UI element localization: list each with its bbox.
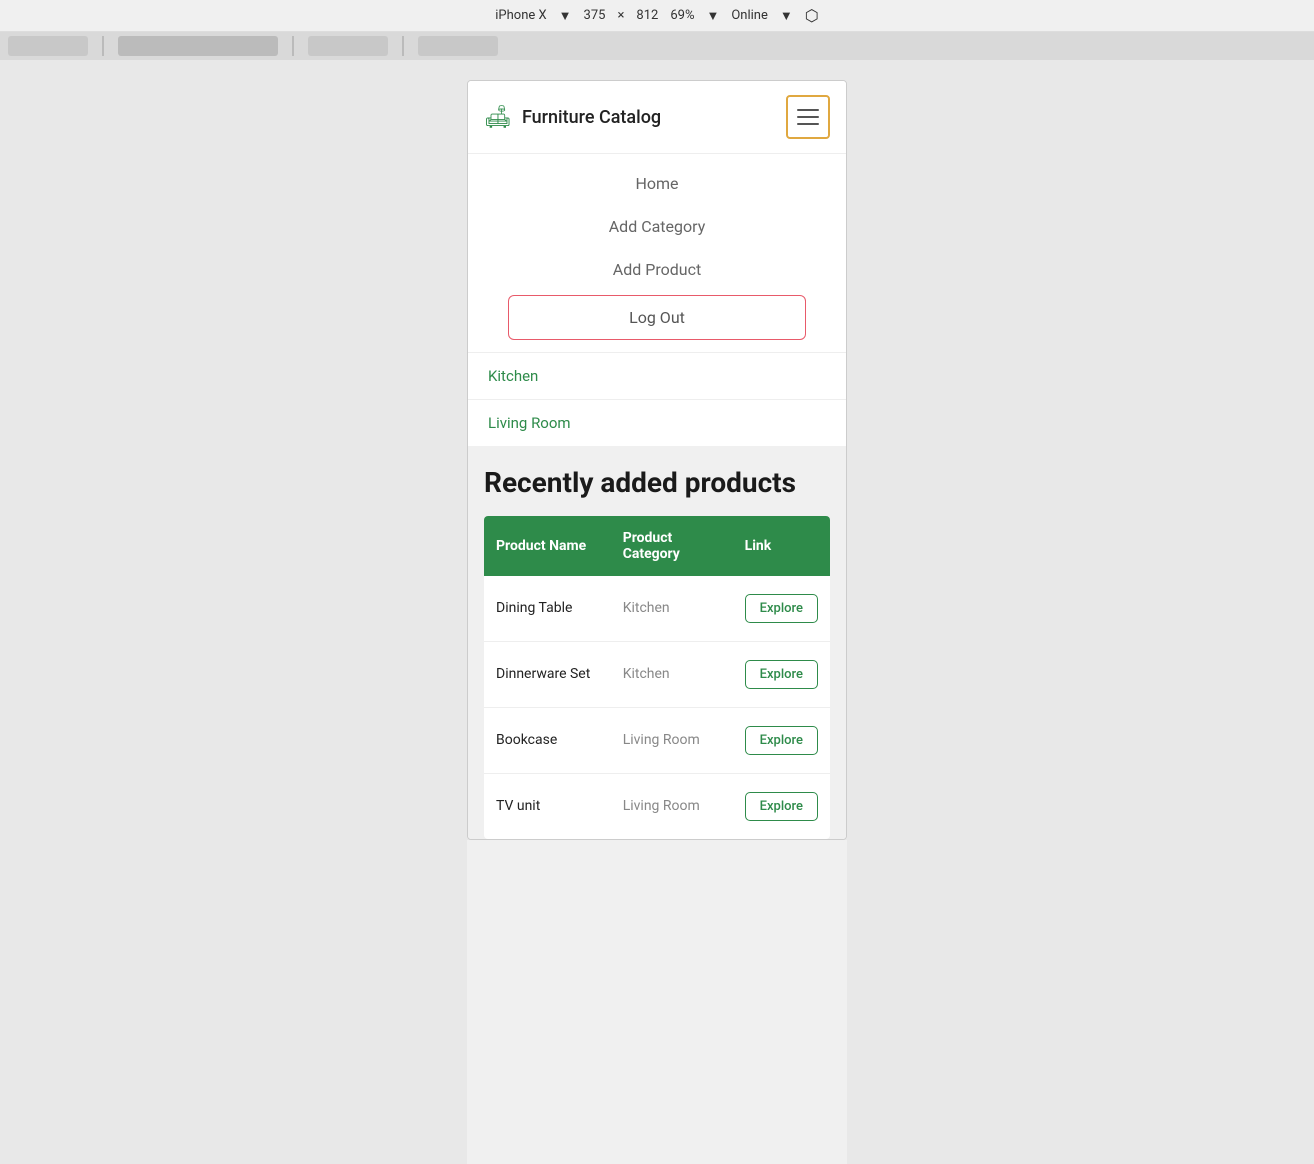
hamburger-line-1 xyxy=(797,109,819,111)
product-name-cell: Dinnerware Set xyxy=(484,641,611,707)
browser-tab-2[interactable] xyxy=(308,36,388,56)
explore-button[interactable]: Explore xyxy=(745,660,818,689)
device-frame: 🛋 Furniture Catalog Home Add Category Ad… xyxy=(467,80,847,840)
hamburger-button[interactable] xyxy=(786,95,830,139)
product-name-cell: Bookcase xyxy=(484,707,611,773)
product-category-cell: Kitchen xyxy=(611,576,733,642)
nav-add-category-link[interactable]: Add Category xyxy=(468,205,846,248)
width-value: 375 xyxy=(584,8,606,23)
tab-divider-3 xyxy=(402,36,404,56)
browser-tab-3[interactable] xyxy=(418,36,498,56)
table-row: TV unit Living Room Explore xyxy=(484,773,830,839)
product-name-cell: TV unit xyxy=(484,773,611,839)
bottom-area xyxy=(467,840,847,1164)
dropdown-menu: Home Add Category Add Product Log Out xyxy=(468,154,846,353)
table-header-product-name: Product Name xyxy=(484,516,611,576)
rotate-icon[interactable]: ⬡ xyxy=(805,6,819,25)
products-table: Product Name Product Category Link Dinin… xyxy=(484,516,830,839)
brand-name: Furniture Catalog xyxy=(522,107,661,128)
device-dropdown-icon[interactable]: ▼ xyxy=(559,8,572,24)
product-link-cell: Explore xyxy=(733,707,830,773)
product-category-cell: Kitchen xyxy=(611,641,733,707)
category-living-room[interactable]: Living Room xyxy=(468,400,846,446)
zoom-dropdown-icon[interactable]: ▼ xyxy=(706,8,719,24)
recently-added-section: Recently added products Product Name Pro… xyxy=(468,446,846,839)
nav-add-product-link[interactable]: Add Product xyxy=(468,248,846,291)
browser-tab-active[interactable] xyxy=(118,36,278,56)
browser-tab[interactable] xyxy=(8,36,88,56)
explore-button[interactable]: Explore xyxy=(745,594,818,623)
tab-divider-2 xyxy=(292,36,294,56)
explore-button[interactable]: Explore xyxy=(745,726,818,755)
sofa-icon: 🛋 xyxy=(484,105,512,130)
logout-button[interactable]: Log Out xyxy=(508,295,806,340)
table-header-link: Link xyxy=(733,516,830,576)
product-link-cell: Explore xyxy=(733,641,830,707)
explore-button[interactable]: Explore xyxy=(745,792,818,821)
tab-divider xyxy=(102,36,104,56)
table-row: Dinnerware Set Kitchen Explore xyxy=(484,641,830,707)
product-name-cell: Dining Table xyxy=(484,576,611,642)
device-label[interactable]: iPhone X xyxy=(495,8,546,23)
navbar-brand: 🛋 Furniture Catalog xyxy=(484,105,661,130)
separator: × xyxy=(617,8,624,23)
product-category-cell: Living Room xyxy=(611,773,733,839)
recently-added-title: Recently added products xyxy=(484,466,830,500)
zoom-value[interactable]: 69% xyxy=(670,8,694,23)
category-kitchen[interactable]: Kitchen xyxy=(468,353,846,400)
hamburger-line-2 xyxy=(797,116,819,118)
height-value: 812 xyxy=(636,8,658,23)
table-row: Dining Table Kitchen Explore xyxy=(484,576,830,642)
network-dropdown-icon[interactable]: ▼ xyxy=(780,8,793,24)
browser-toolbar: iPhone X ▼ 375 × 812 69% ▼ Online ▼ ⬡ xyxy=(0,0,1314,32)
category-section: Kitchen Living Room xyxy=(468,353,846,446)
network-value[interactable]: Online xyxy=(731,8,768,23)
browser-tabs xyxy=(0,32,1314,60)
product-link-cell: Explore xyxy=(733,773,830,839)
table-header-product-category: Product Category xyxy=(611,516,733,576)
product-category-cell: Living Room xyxy=(611,707,733,773)
table-row: Bookcase Living Room Explore xyxy=(484,707,830,773)
table-header-row: Product Name Product Category Link xyxy=(484,516,830,576)
product-link-cell: Explore xyxy=(733,576,830,642)
nav-home-link[interactable]: Home xyxy=(468,162,846,205)
navbar: 🛋 Furniture Catalog xyxy=(468,81,846,154)
hamburger-line-3 xyxy=(797,123,819,125)
